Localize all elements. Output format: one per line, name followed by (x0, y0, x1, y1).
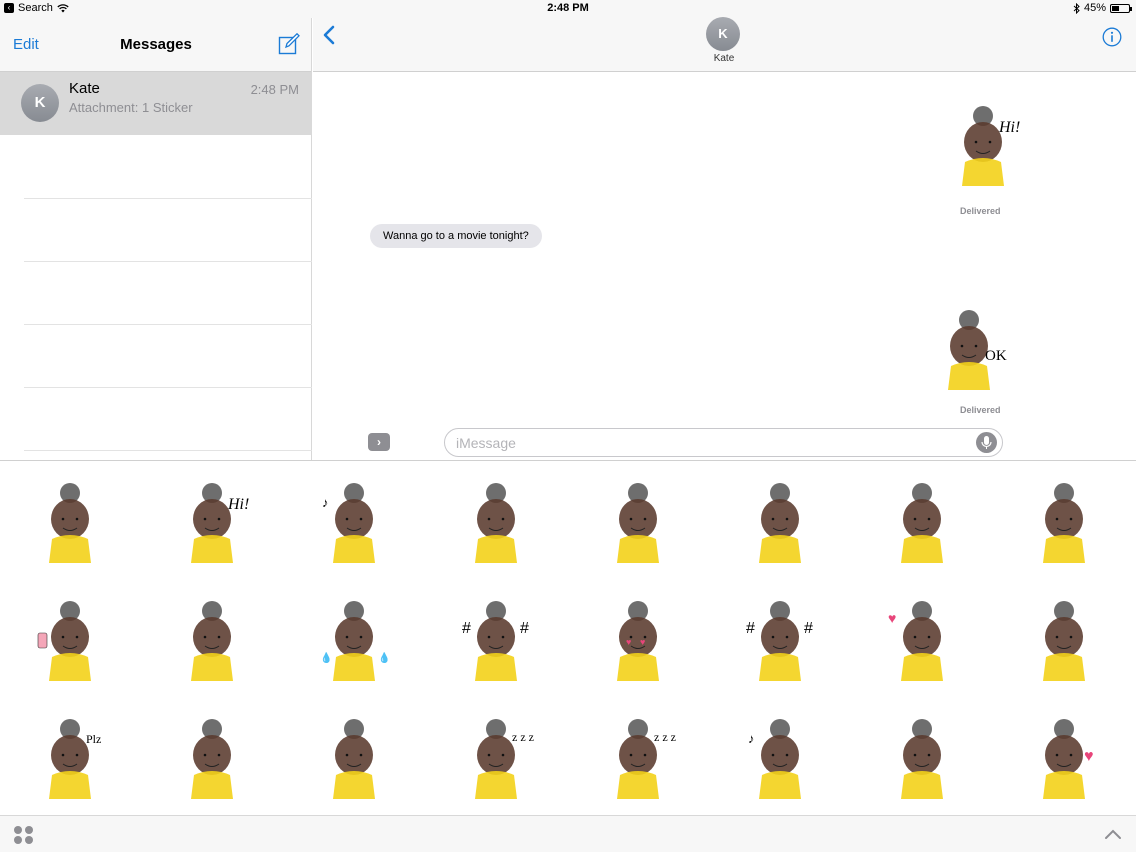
sticker-hand-chin[interactable] (284, 707, 426, 825)
divider (24, 324, 312, 325)
page-title: Messages (120, 36, 192, 53)
sticker-arms-up[interactable] (852, 471, 994, 589)
status-bar: ‹ Search 2:48 PM 45% (0, 0, 1136, 18)
message-bubble[interactable]: Wanna go to a movie tonight? (370, 224, 542, 248)
chat-header: K Kate (313, 17, 1136, 72)
sticker-plz[interactable]: Plz (0, 707, 142, 825)
conversation-time: 2:48 PM (250, 82, 299, 97)
svg-text:💧: 💧 (378, 651, 390, 664)
sticker-grid: Hi! ♪ 💧 💧 # # ♥ ♥ # # ♥ Plz z z zz z z ♪ ♥ (0, 461, 1136, 816)
svg-text:#: # (462, 620, 471, 637)
battery-percent: 45% (1083, 2, 1106, 14)
sticker-hi[interactable]: Hi! (142, 471, 284, 589)
sticker-frown[interactable] (852, 707, 994, 825)
svg-text:z z z: z z z (512, 730, 534, 744)
contact-name[interactable]: Kate (684, 53, 764, 64)
sticker-music[interactable]: ♪ (710, 707, 852, 825)
info-icon[interactable] (1102, 27, 1122, 47)
svg-text:💧: 💧 (320, 651, 332, 664)
sticker-steam-sleep[interactable]: z z z (426, 707, 568, 825)
svg-text:Hi!: Hi! (227, 496, 249, 513)
svg-text:z z z: z z z (654, 730, 676, 744)
back-chevron-icon[interactable] (321, 24, 337, 48)
compose-bar: › iMessage (313, 426, 1136, 460)
conversation-preview: Attachment: 1 Sticker (69, 100, 193, 115)
sticker-tongue[interactable] (710, 471, 852, 589)
sticker-angry-hash[interactable]: # # (426, 589, 568, 707)
divider (24, 450, 312, 451)
svg-text:♪: ♪ (748, 731, 755, 746)
divider (24, 387, 312, 388)
sticker-shrug[interactable] (142, 589, 284, 707)
sticker-point-up[interactable] (994, 589, 1136, 707)
svg-text:♥: ♥ (1084, 748, 1094, 765)
svg-text:♪: ♪ (322, 495, 329, 510)
sticker-neutral[interactable] (0, 471, 142, 589)
sticker-message-ok[interactable]: OK (927, 308, 1017, 394)
conversation-list-header: Edit Messages (0, 18, 311, 72)
sticker-drawer: Hi! ♪ 💧 💧 # # ♥ ♥ # # ♥ Plz z z zz z z ♪ ♥ (0, 460, 1136, 815)
svg-text:♥: ♥ (626, 637, 631, 647)
delivered-status: Delivered (960, 206, 1001, 216)
conversation-name: Kate (69, 80, 100, 97)
conversation-list-pane: Edit Messages K Kate Attachment: 1 Stick… (0, 18, 312, 460)
svg-text:#: # (520, 620, 529, 637)
chat-pane: K Kate Hi! Delivered Wanna go to a movie… (313, 17, 1136, 460)
sticker-crying[interactable]: 💧 💧 (284, 589, 426, 707)
sticker-selfie[interactable] (0, 589, 142, 707)
svg-text:#: # (746, 620, 755, 637)
app-grid-icon[interactable] (13, 825, 35, 845)
avatar: K (21, 84, 59, 122)
divider (24, 198, 312, 199)
sticker-heart-eyes[interactable]: ♥ ♥ (568, 589, 710, 707)
battery-icon (1110, 3, 1132, 13)
svg-text:♥: ♥ (640, 637, 645, 647)
bluetooth-icon (1073, 2, 1080, 14)
message-input-placeholder: iMessage (456, 435, 516, 451)
delivered-status: Delivered (960, 405, 1001, 415)
sticker-phone-angry[interactable] (994, 471, 1136, 589)
sticker-thinking-music[interactable]: ♪ (284, 471, 426, 589)
message-input[interactable]: iMessage (444, 428, 1003, 457)
sticker-sleepy-sad[interactable] (142, 707, 284, 825)
conversation-row-kate[interactable]: K Kate Attachment: 1 Sticker 2:48 PM (0, 72, 312, 135)
svg-text:#: # (804, 620, 813, 637)
sticker-message-hi[interactable]: Hi! (941, 104, 1031, 190)
sticker-zzz[interactable]: z z z (568, 707, 710, 825)
svg-text:Plz: Plz (86, 732, 101, 746)
sticker-love-pink[interactable]: ♥ (852, 589, 994, 707)
svg-text:Hi!: Hi! (998, 119, 1020, 136)
compose-icon[interactable] (278, 33, 300, 55)
sticker-laugh[interactable] (426, 471, 568, 589)
sticker-pointing-angry[interactable]: # # (710, 589, 852, 707)
microphone-icon[interactable] (976, 432, 997, 453)
chevron-up-icon[interactable] (1104, 827, 1122, 841)
app-drawer-toggle-button[interactable]: › (368, 433, 390, 451)
divider (24, 261, 312, 262)
sticker-shy[interactable] (568, 471, 710, 589)
svg-text:OK: OK (985, 348, 1007, 364)
drawer-bottom-bar (0, 815, 1136, 852)
contact-avatar[interactable]: K (706, 17, 740, 51)
status-right: 45% (1073, 2, 1132, 14)
clock: 2:48 PM (547, 2, 589, 14)
svg-text:♥: ♥ (888, 610, 896, 626)
sticker-broken-heart[interactable]: ♥ (994, 707, 1136, 825)
